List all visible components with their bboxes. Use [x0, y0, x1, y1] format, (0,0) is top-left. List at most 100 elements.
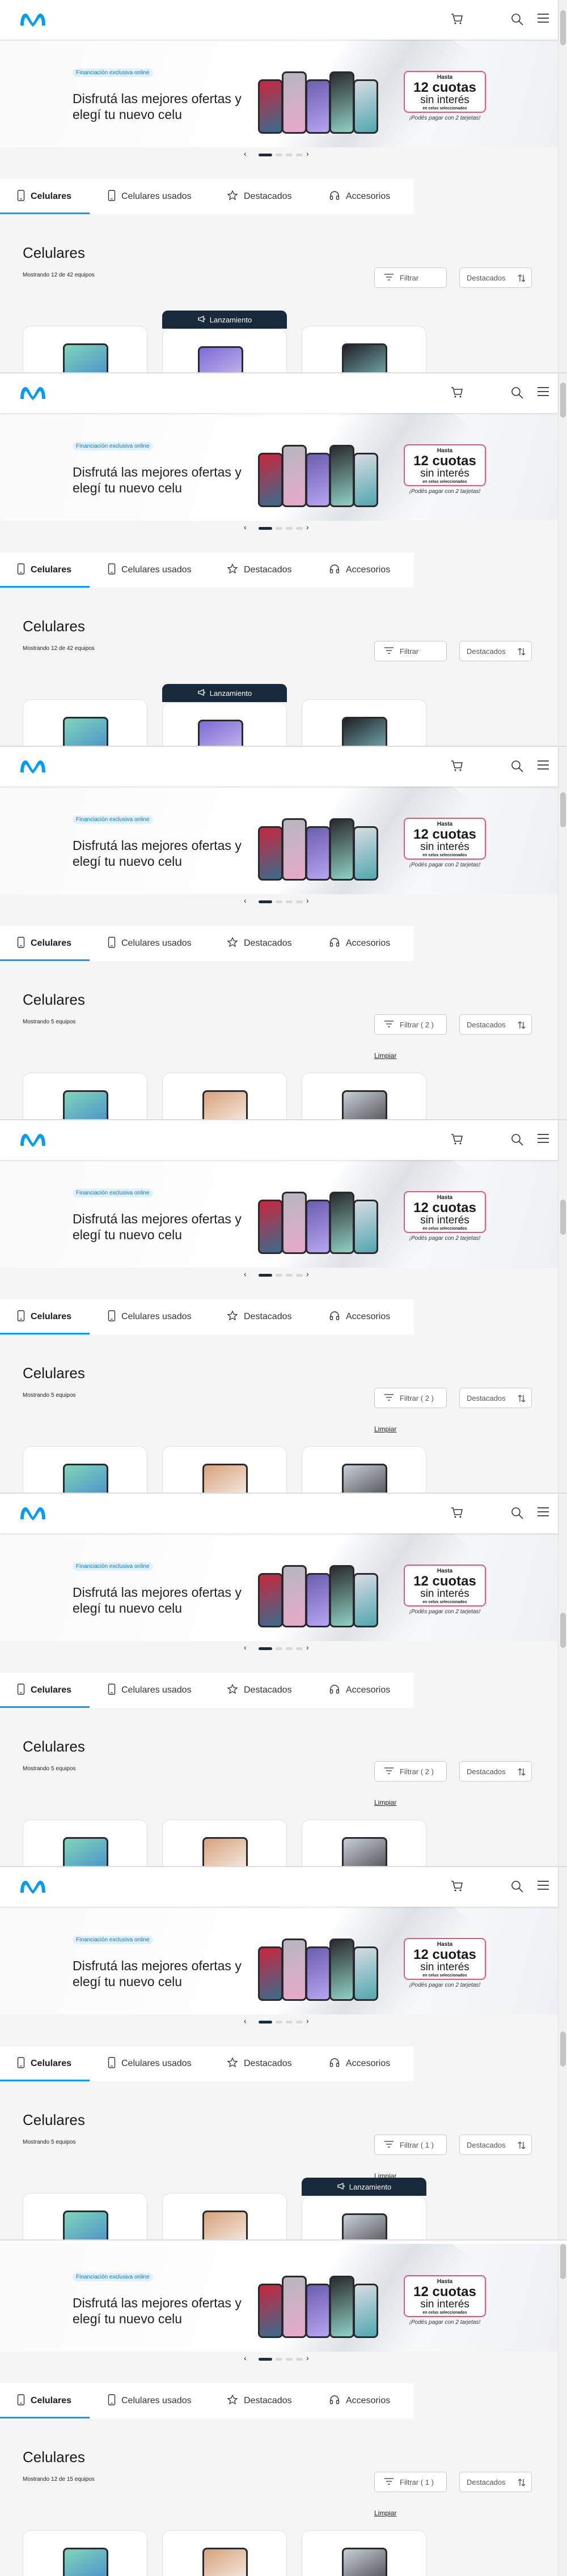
scrollbar-thumb[interactable] — [560, 1200, 566, 1235]
carousel-dot[interactable] — [276, 2358, 282, 2361]
tab-destacados[interactable]: Destacados — [227, 179, 292, 214]
cart-icon[interactable] — [450, 759, 464, 775]
filter-button[interactable]: Filtrar ( 2 ) — [374, 1014, 447, 1035]
promo-banner[interactable]: Financiación exclusiva online Disfrutá la… — [0, 1907, 558, 2014]
tab-celulares[interactable]: Celulares — [17, 179, 71, 214]
carousel-dot-active[interactable] — [259, 527, 272, 530]
scrollbar-thumb[interactable] — [560, 792, 566, 827]
clear-filters-link[interactable]: Limpiar — [374, 2509, 396, 2517]
product-card[interactable] — [162, 2530, 287, 2576]
scrollbar[interactable] — [558, 747, 567, 1119]
carousel-prev-arrow[interactable]: ‹ — [244, 896, 247, 905]
carousel-dot[interactable] — [296, 2358, 303, 2361]
sort-select[interactable]: Destacados — [459, 641, 532, 661]
carousel-next-arrow[interactable]: › — [306, 1643, 309, 1652]
menu-icon[interactable] — [536, 1880, 550, 1894]
menu-icon[interactable] — [536, 386, 550, 400]
scrollbar[interactable] — [558, 2244, 567, 2576]
carousel-dot[interactable] — [276, 1647, 282, 1650]
product-card[interactable] — [302, 2530, 426, 2576]
menu-icon[interactable] — [536, 12, 550, 27]
tab-celulares[interactable]: Celulares — [17, 926, 71, 961]
carousel-dot[interactable] — [296, 1274, 303, 1277]
tab-destacados[interactable]: Destacados — [227, 1673, 292, 1708]
carousel-dot-active[interactable] — [259, 900, 272, 903]
movistar-logo[interactable] — [18, 1504, 48, 1525]
carousel-dot[interactable] — [276, 900, 282, 903]
tab-celulares-usados[interactable]: Celulares usados — [108, 1673, 192, 1708]
tab-accesorios[interactable]: Accesorios — [329, 1673, 390, 1708]
tab-accesorios[interactable]: Accesorios — [329, 179, 390, 214]
sort-select[interactable]: Destacados — [459, 2135, 532, 2155]
product-card[interactable] — [23, 1820, 147, 1866]
scrollbar-thumb[interactable] — [560, 382, 566, 418]
product-card[interactable] — [23, 2530, 147, 2576]
search-icon[interactable] — [510, 1133, 524, 1149]
carousel-dot[interactable] — [296, 527, 303, 530]
menu-icon[interactable] — [536, 1506, 550, 1520]
product-card[interactable] — [162, 1820, 287, 1866]
search-icon[interactable] — [510, 759, 524, 776]
product-card[interactable] — [302, 1446, 426, 1493]
movistar-logo[interactable] — [18, 1131, 48, 1152]
carousel-prev-arrow[interactable]: ‹ — [244, 2353, 247, 2362]
product-card[interactable] — [162, 2193, 287, 2239]
tab-destacados[interactable]: Destacados — [227, 926, 292, 961]
carousel-dot[interactable] — [286, 2021, 293, 2024]
search-icon[interactable] — [510, 12, 524, 29]
tab-celulares-usados[interactable]: Celulares usados — [108, 2383, 192, 2418]
filter-button[interactable]: Filtrar ( 1 ) — [374, 2135, 447, 2155]
carousel-dot-active[interactable] — [259, 154, 272, 156]
tab-celulares-usados[interactable]: Celulares usados — [108, 179, 192, 214]
carousel-dot[interactable] — [276, 2021, 282, 2024]
filter-button[interactable]: Filtrar ( 2 ) — [374, 1761, 447, 1782]
carousel-dot[interactable] — [286, 527, 293, 530]
filter-button[interactable]: Filtrar — [374, 641, 447, 661]
carousel-dot-active[interactable] — [259, 1647, 272, 1650]
product-card[interactable] — [302, 1073, 426, 1119]
product-card[interactable] — [302, 2196, 426, 2239]
carousel-dot[interactable] — [286, 1274, 293, 1277]
scrollbar[interactable] — [558, 1120, 567, 1493]
carousel-dot[interactable] — [286, 154, 293, 156]
sort-select[interactable]: Destacados — [459, 1388, 532, 1408]
tab-destacados[interactable]: Destacados — [227, 552, 292, 588]
promo-banner[interactable]: Financiación exclusiva online Disfrutá la… — [0, 1533, 558, 1641]
carousel-dot-active[interactable] — [259, 1274, 272, 1277]
filter-button[interactable]: Filtrar ( 2 ) — [374, 1388, 447, 1408]
scrollbar[interactable] — [558, 1867, 567, 2239]
product-card[interactable] — [162, 1073, 287, 1119]
carousel-dot[interactable] — [286, 900, 293, 903]
scrollbar[interactable] — [558, 0, 567, 372]
tab-celulares[interactable]: Celulares — [17, 2383, 71, 2418]
tab-celulares-usados[interactable]: Celulares usados — [108, 552, 192, 588]
menu-icon[interactable] — [536, 759, 550, 773]
tab-celulares[interactable]: Celulares — [17, 1299, 71, 1334]
carousel-prev-arrow[interactable]: ‹ — [244, 1269, 247, 1278]
search-icon[interactable] — [510, 1880, 524, 1896]
carousel-dot[interactable] — [276, 154, 282, 156]
tab-celulares-usados[interactable]: Celulares usados — [108, 2046, 192, 2081]
sort-select[interactable]: Destacados — [459, 1761, 532, 1782]
tab-celulares[interactable]: Celulares — [17, 2046, 71, 2081]
product-card[interactable] — [302, 1820, 426, 1866]
product-card[interactable] — [23, 326, 147, 372]
carousel-next-arrow[interactable]: › — [306, 896, 309, 905]
tab-accesorios[interactable]: Accesorios — [329, 926, 390, 961]
carousel-next-arrow[interactable]: › — [306, 1269, 309, 1278]
scrollbar[interactable] — [558, 1494, 567, 1866]
clear-filters-link[interactable]: Limpiar — [374, 1052, 396, 1060]
scrollbar-thumb[interactable] — [560, 2244, 566, 2279]
carousel-dot[interactable] — [296, 154, 303, 156]
tab-accesorios[interactable]: Accesorios — [329, 1299, 390, 1334]
filter-button[interactable]: Filtrar — [374, 267, 447, 288]
clear-filters-link[interactable]: Limpiar — [374, 1799, 396, 1806]
carousel-dot[interactable] — [276, 1274, 282, 1277]
carousel-dot[interactable] — [276, 527, 282, 530]
product-card[interactable] — [162, 702, 287, 746]
tab-celulares[interactable]: Celulares — [17, 552, 71, 588]
scrollbar-thumb[interactable] — [560, 1613, 566, 1648]
carousel-prev-arrow[interactable]: ‹ — [244, 1643, 247, 1652]
search-icon[interactable] — [510, 386, 524, 402]
tab-destacados[interactable]: Destacados — [227, 2383, 292, 2418]
